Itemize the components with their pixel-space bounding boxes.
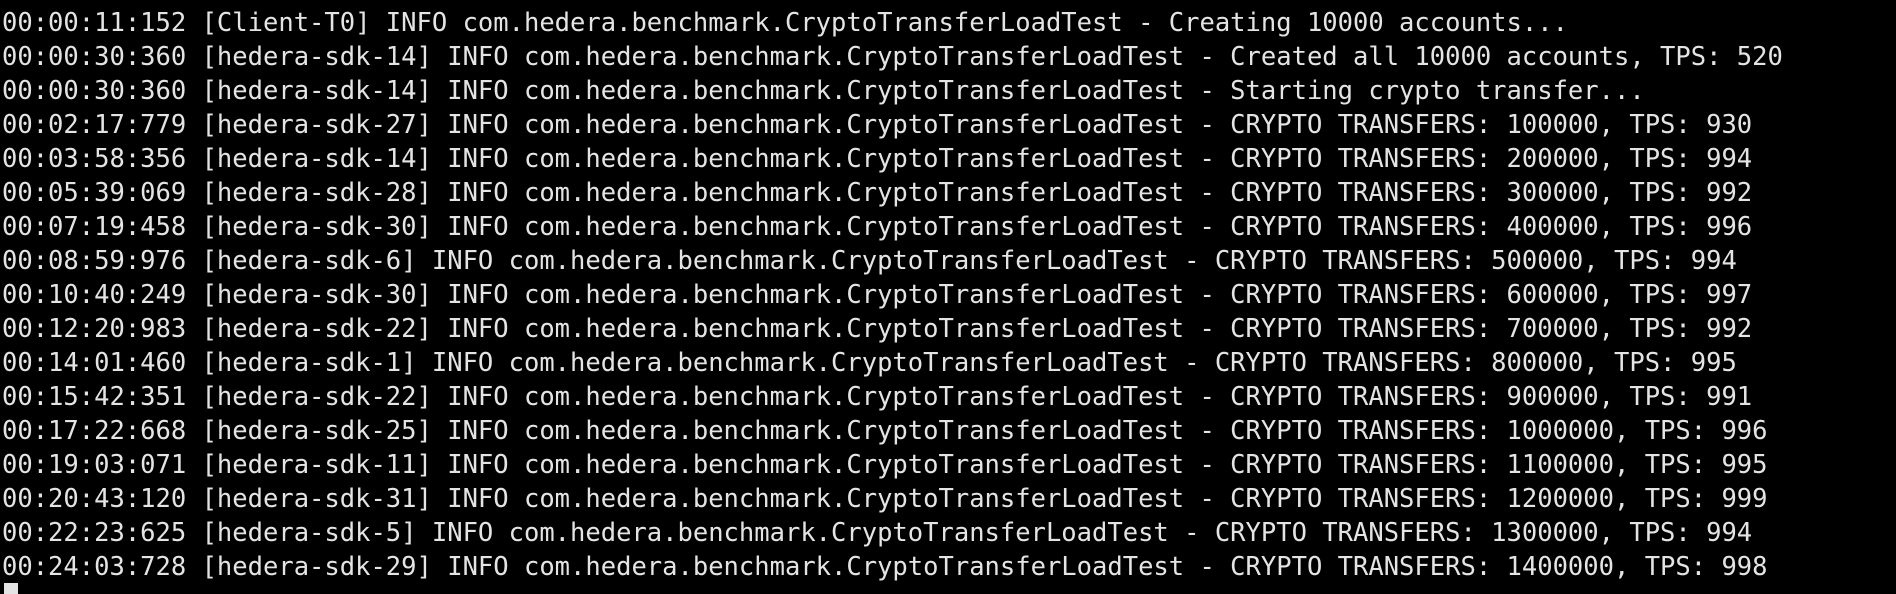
text-cursor — [4, 583, 18, 594]
log-line: 00:17:22:668 [hedera-sdk-25] INFO com.he… — [2, 416, 1768, 446]
log-line: 00:10:40:249 [hedera-sdk-30] INFO com.he… — [2, 280, 1753, 310]
log-line: 00:12:20:983 [hedera-sdk-22] INFO com.he… — [2, 314, 1753, 344]
log-line: 00:22:23:625 [hedera-sdk-5] INFO com.hed… — [2, 518, 1753, 548]
log-line: 00:19:03:071 [hedera-sdk-11] INFO com.he… — [2, 450, 1768, 480]
log-line: 00:00:30:360 [hedera-sdk-14] INFO com.he… — [2, 76, 1645, 106]
log-line: 00:14:01:460 [hedera-sdk-1] INFO com.hed… — [2, 348, 1737, 378]
log-line: 00:15:42:351 [hedera-sdk-22] INFO com.he… — [2, 382, 1753, 412]
terminal-window[interactable]: 00:00:11:152 [Client-T0] INFO com.hedera… — [0, 0, 1896, 594]
log-line: 00:08:59:976 [hedera-sdk-6] INFO com.hed… — [2, 246, 1737, 276]
log-line: 00:03:58:356 [hedera-sdk-14] INFO com.he… — [2, 144, 1753, 174]
log-line: 00:00:11:152 [Client-T0] INFO com.hedera… — [2, 8, 1568, 38]
log-line: 00:05:39:069 [hedera-sdk-28] INFO com.he… — [2, 178, 1753, 208]
log-output: 00:00:11:152 [Client-T0] INFO com.hedera… — [2, 6, 1783, 584]
log-line: 00:02:17:779 [hedera-sdk-27] INFO com.he… — [2, 110, 1753, 140]
log-line: 00:00:30:360 [hedera-sdk-14] INFO com.he… — [2, 42, 1783, 72]
log-line: 00:20:43:120 [hedera-sdk-31] INFO com.he… — [2, 484, 1768, 514]
log-line: 00:24:03:728 [hedera-sdk-29] INFO com.he… — [2, 552, 1768, 582]
log-line: 00:07:19:458 [hedera-sdk-30] INFO com.he… — [2, 212, 1753, 242]
